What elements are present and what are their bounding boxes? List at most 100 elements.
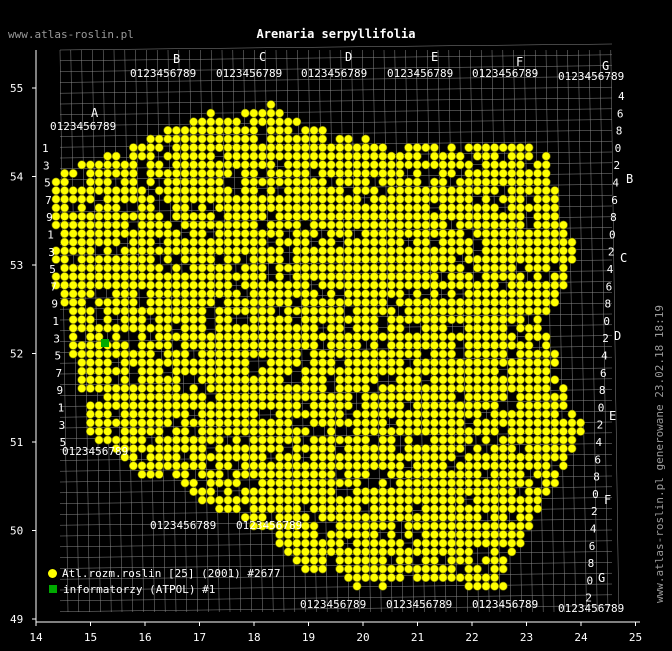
occurrence-dot <box>283 426 293 436</box>
occurrence-dot <box>128 160 138 170</box>
occurrence-dot <box>292 177 302 187</box>
occurrence-dot <box>352 366 362 376</box>
occurrence-dot <box>481 581 491 591</box>
occurrence-dot <box>309 186 319 195</box>
occurrence-dot <box>464 547 474 557</box>
occurrence-dot <box>266 340 276 350</box>
occurrence-dot <box>343 237 353 247</box>
occurrence-dot <box>240 203 250 213</box>
occurrence-dot <box>206 168 216 178</box>
occurrence-dot <box>257 401 267 410</box>
occurrence-dot <box>472 143 482 152</box>
occurrence-dot <box>369 306 379 316</box>
occurrence-dot <box>412 246 422 256</box>
occurrence-dot <box>438 323 448 333</box>
occurrence-dot <box>128 272 138 281</box>
occurrence-dot <box>533 401 542 410</box>
site-label[interactable]: www.atlas-roslin.pl <box>8 28 134 41</box>
atpol-right-digit: 2 <box>608 246 615 259</box>
occurrence-dot <box>395 194 405 204</box>
occurrence-dot <box>378 538 388 548</box>
occurrence-dot <box>232 332 241 342</box>
atpol-column-letter: C <box>259 50 266 64</box>
occurrence-dot <box>137 306 147 316</box>
atpol-right-digit: 6 <box>611 194 618 207</box>
occurrence-dot <box>292 469 302 479</box>
occurrence-dot <box>472 315 482 324</box>
occurrence-dot <box>447 254 456 264</box>
occurrence-dot <box>309 297 319 307</box>
y-tick-label: 50 <box>10 525 23 538</box>
occurrence-dot <box>464 220 474 230</box>
occurrence-dot <box>516 194 525 204</box>
occurrence-dot <box>335 272 345 281</box>
occurrence-dot <box>464 426 474 436</box>
occurrence-dot <box>77 280 87 290</box>
atpol-right-digit: 2 <box>602 332 609 345</box>
atpol-right-digit: 6 <box>594 453 601 466</box>
occurrence-dot <box>283 461 293 471</box>
occurrence-dot <box>378 297 388 307</box>
occurrence-dot <box>447 435 456 445</box>
occurrence-dot <box>189 194 198 204</box>
occurrence-dot <box>189 315 198 324</box>
x-tick-label: 14 <box>29 631 43 644</box>
occurrence-dot <box>249 186 259 195</box>
occurrence-dot <box>516 418 525 428</box>
occurrence-dot <box>137 340 147 350</box>
occurrence-dot <box>137 272 147 281</box>
occurrence-dot <box>541 246 551 256</box>
occurrence-dot <box>146 151 155 161</box>
occurrence-dot <box>335 418 345 428</box>
occurrence-dot <box>490 401 499 410</box>
occurrence-dot <box>309 315 319 324</box>
occurrence-dot <box>516 186 525 195</box>
occurrence-dot <box>86 306 95 316</box>
occurrence-dot <box>464 461 474 471</box>
y-tick-label: 54 <box>10 171 24 184</box>
occurrence-dot <box>240 332 250 342</box>
occurrence-dot <box>533 211 542 221</box>
occurrence-dot <box>412 452 422 462</box>
occurrence-dot <box>550 418 560 428</box>
occurrence-dot <box>257 426 267 436</box>
occurrence-dot <box>309 401 319 410</box>
occurrence-dot <box>128 349 138 359</box>
occurrence-dot <box>163 151 173 161</box>
occurrence-dot <box>257 332 267 342</box>
occurrence-dot <box>68 263 78 273</box>
occurrence-dot <box>447 332 456 342</box>
occurrence-dot <box>378 254 388 264</box>
occurrence-dot <box>455 160 465 170</box>
occurrence-dot <box>266 108 276 118</box>
occurrence-dot <box>318 272 327 281</box>
occurrence-dot <box>214 237 224 247</box>
occurrence-dot <box>404 340 413 350</box>
occurrence-dot <box>343 504 353 514</box>
occurrence-dot <box>516 349 525 359</box>
occurrence-dot <box>361 263 370 273</box>
occurrence-dot <box>386 538 396 548</box>
occurrence-dot <box>77 315 87 324</box>
occurrence-dot <box>421 194 431 204</box>
occurrence-dot <box>326 435 336 445</box>
occurrence-dot <box>137 401 147 410</box>
occurrence-dot <box>361 349 370 359</box>
occurrence-dot <box>404 160 413 170</box>
occurrence-dot <box>412 426 422 436</box>
occurrence-dot <box>412 143 422 152</box>
occurrence-dot <box>68 323 78 333</box>
occurrence-dot <box>103 263 112 273</box>
legend-item-informators: informatorzy (ATPOL) #1 <box>48 581 281 597</box>
occurrence-dot <box>189 358 198 367</box>
occurrence-dot <box>240 194 250 204</box>
occurrence-dot <box>240 418 250 428</box>
occurrence-dot <box>232 401 241 410</box>
occurrence-dot <box>146 211 155 221</box>
occurrence-dot <box>77 237 87 247</box>
occurrence-dot <box>163 409 173 419</box>
occurrence-dot <box>481 538 491 548</box>
occurrence-dot <box>146 246 155 256</box>
occurrence-dot <box>361 452 370 462</box>
occurrence-dot <box>429 401 439 410</box>
